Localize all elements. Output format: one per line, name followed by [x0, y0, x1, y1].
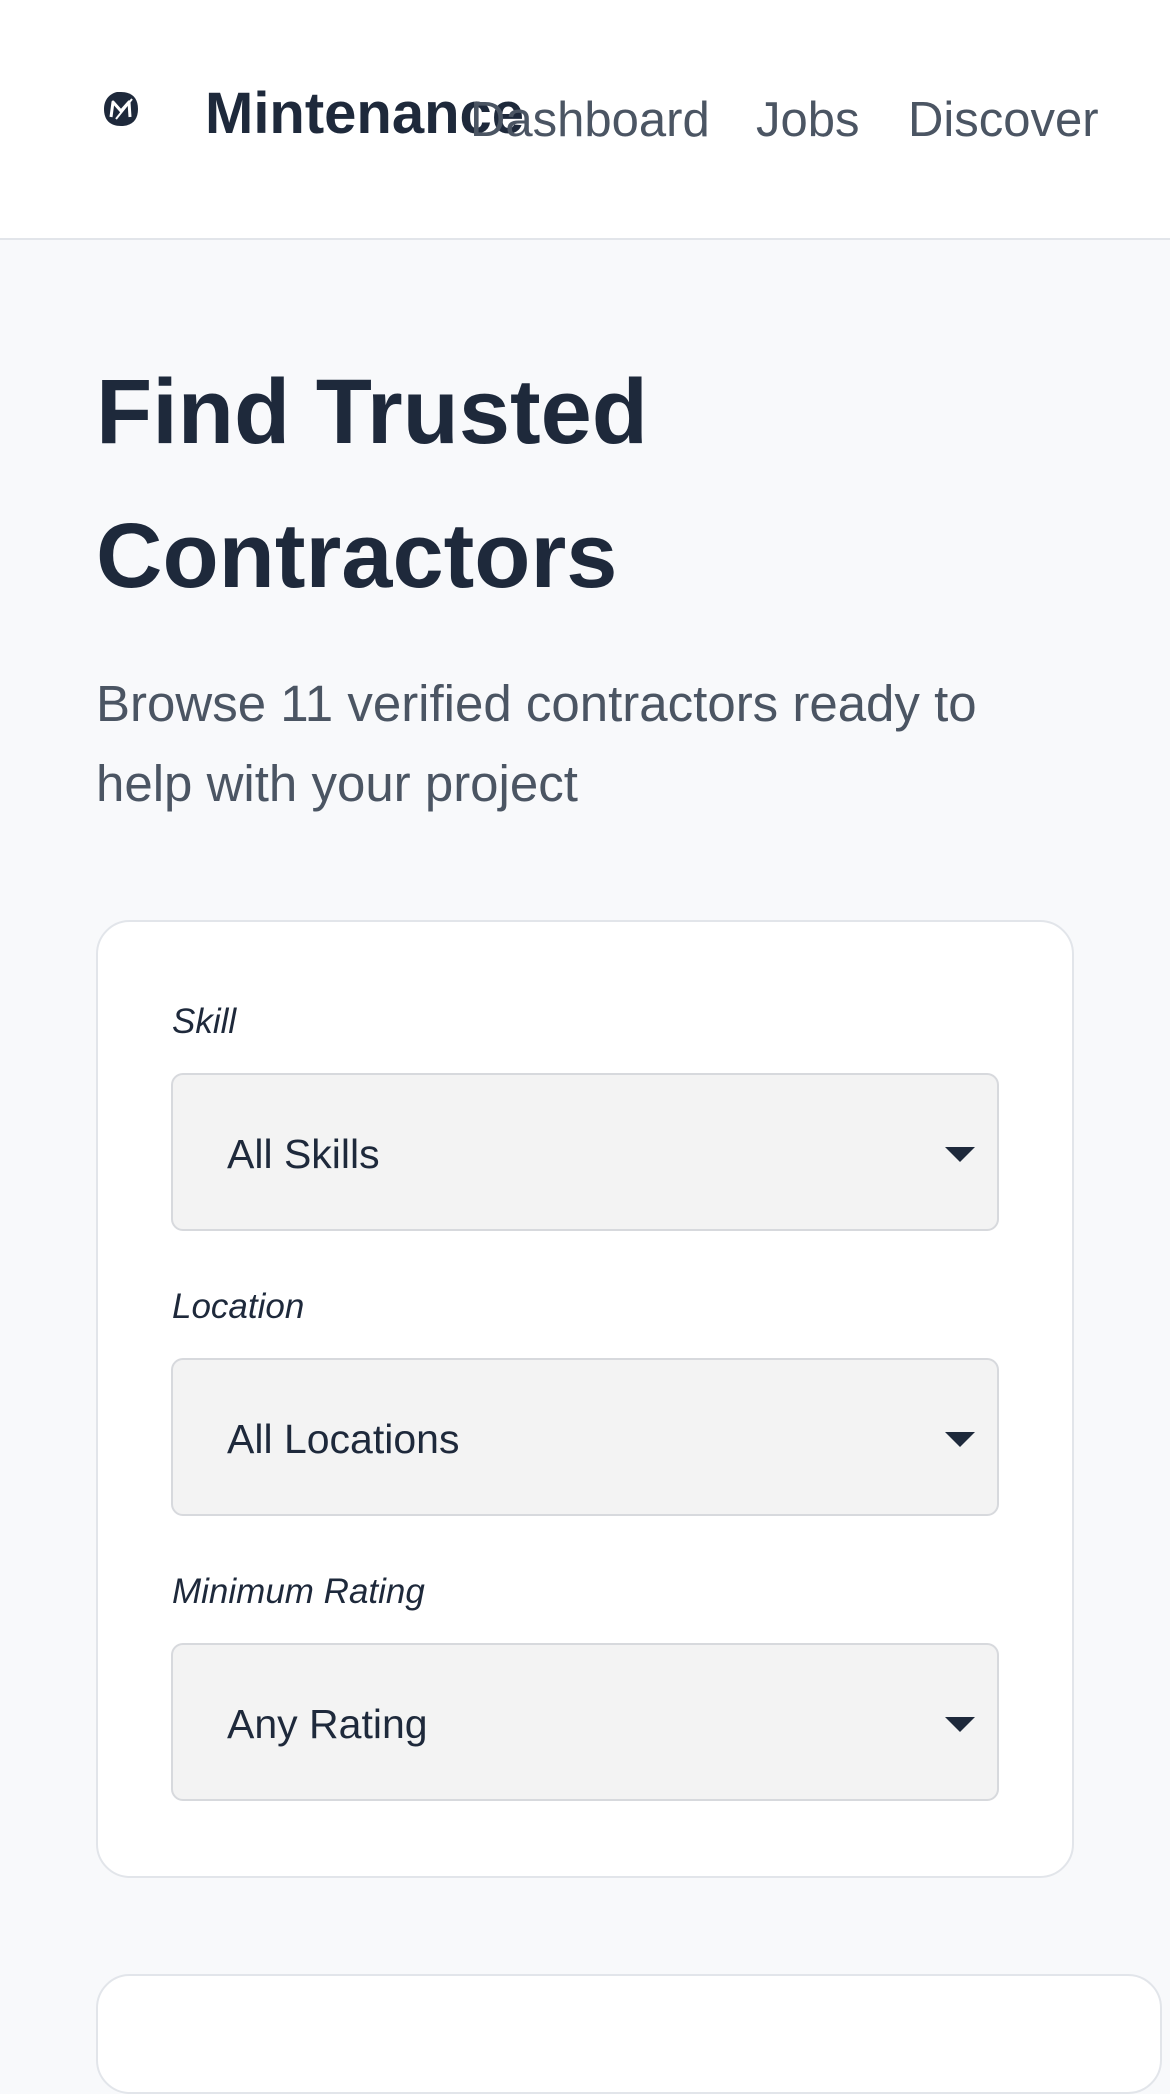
- rating-select-value: Any Rating: [227, 1701, 428, 1747]
- location-select[interactable]: All Locations: [171, 1358, 999, 1516]
- nav-link-jobs[interactable]: Jobs: [756, 88, 860, 152]
- location-filter-label: Location: [172, 1287, 305, 1326]
- leaf-m-icon[interactable]: [102, 90, 140, 128]
- results-card-partial: [96, 1974, 1162, 2094]
- caret-down-icon: [945, 1717, 975, 1732]
- nav-link-dashboard[interactable]: Dashboard: [470, 88, 710, 152]
- page-title: Find Trusted Contractors: [96, 361, 648, 607]
- top-navigation-bar: Mintenance Dashboard Jobs Discover: [0, 0, 1170, 240]
- skill-select-value: All Skills: [227, 1131, 380, 1177]
- rating-filter-label: Minimum Rating: [172, 1572, 425, 1611]
- location-select-value: All Locations: [227, 1416, 460, 1462]
- rating-select[interactable]: Any Rating: [171, 1643, 999, 1801]
- page-subtitle: Browse 11 verified contractors ready to …: [96, 675, 977, 812]
- nav-link-discover[interactable]: Discover: [908, 88, 1099, 152]
- skill-filter-label: Skill: [172, 1002, 237, 1041]
- caret-down-icon: [945, 1432, 975, 1447]
- skill-select[interactable]: All Skills: [171, 1073, 999, 1231]
- caret-down-icon: [945, 1147, 975, 1162]
